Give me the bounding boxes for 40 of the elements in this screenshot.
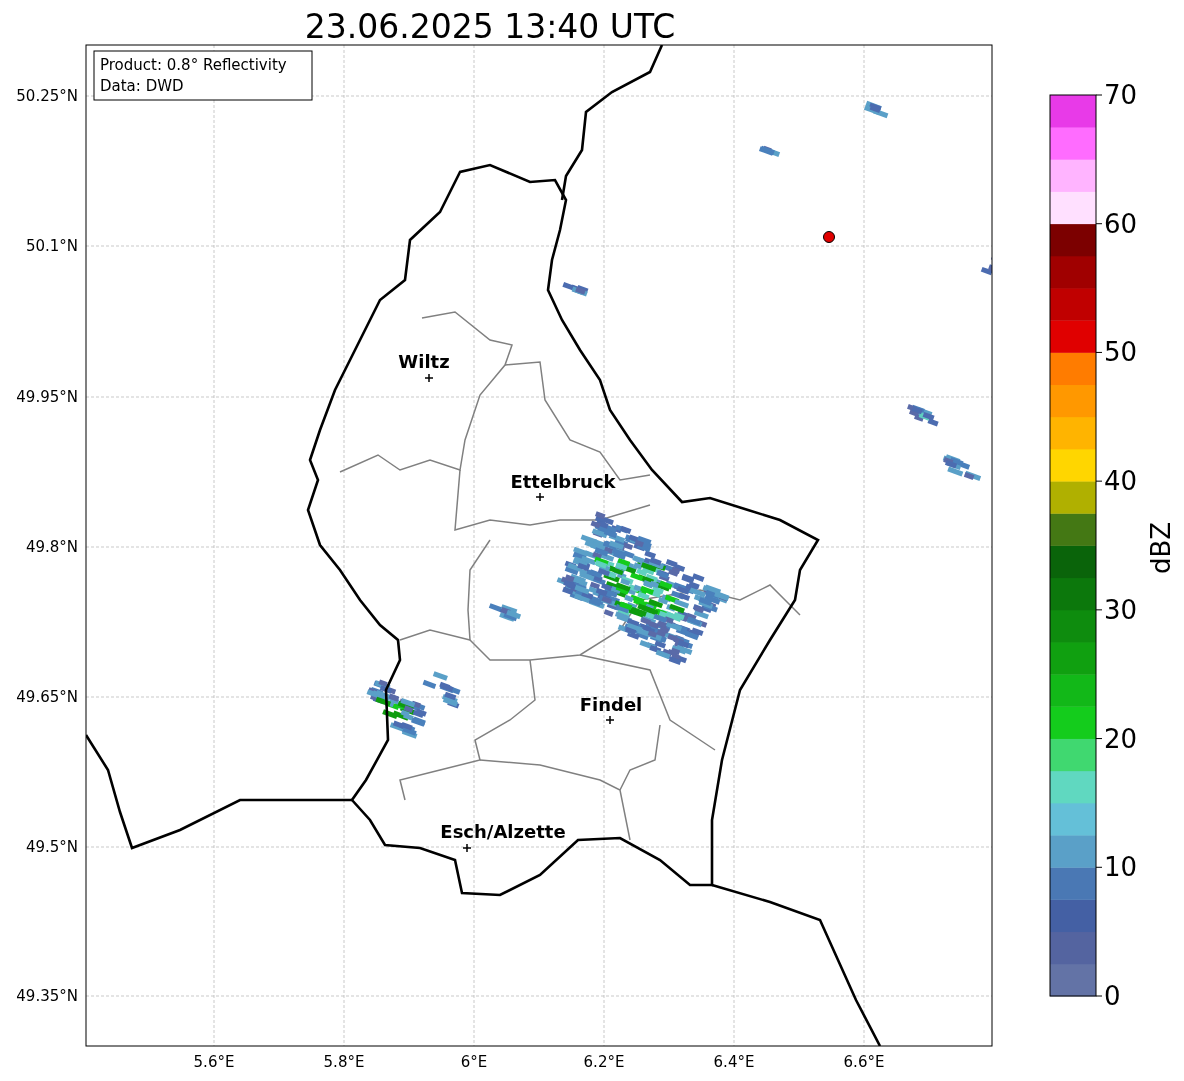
latitude-label: 49.65°N — [16, 688, 78, 706]
info-text: Product: 0.8° Reflectivity — [100, 56, 287, 74]
rain-echo-drawing — [942, 454, 982, 481]
longitude-label: 5.6°E — [193, 1053, 235, 1071]
rain-echo-drawing — [488, 603, 522, 622]
info-text: Data: DWD — [100, 77, 184, 95]
latitude-label: 49.5°N — [25, 838, 78, 856]
latitude-label: 50.1°N — [25, 237, 78, 255]
city-label: Ettelbruck — [510, 471, 616, 492]
city-marker-icon — [605, 715, 615, 725]
longitude-label: 6.4°E — [713, 1053, 755, 1071]
city-label: Wiltz — [398, 351, 450, 372]
city-label: Findel — [579, 694, 643, 715]
colorbar-tick-label: 20 — [1104, 723, 1138, 754]
latitude-label: 50.25°N — [16, 87, 78, 105]
city-marker-icon — [535, 492, 545, 502]
colorbar-tick-label: 70 — [1104, 80, 1138, 110]
colorbar-tick-label: 10 — [1104, 852, 1138, 883]
latitude-label: 49.35°N — [16, 987, 78, 1005]
rain-echo-drawing — [863, 100, 889, 119]
latitude-label: 49.8°N — [25, 538, 78, 556]
rain-echo-drawing — [562, 281, 589, 297]
latitude-label: 49.95°N — [16, 388, 78, 406]
city-marker-icon — [462, 843, 472, 853]
longitude-label: 6°E — [460, 1053, 488, 1071]
colorbar-tick-label: 30 — [1104, 594, 1138, 625]
colorbar-title: dBZ — [1146, 521, 1176, 575]
city-label: Esch/Alzette — [440, 821, 566, 842]
colorbar-tick-label: 40 — [1104, 466, 1138, 497]
radar-site-marker — [823, 231, 835, 243]
colorbar-tick-label: 50 — [1104, 337, 1138, 368]
rain-echo-drawing — [758, 145, 781, 157]
longitude-label: 6.6°E — [843, 1053, 885, 1071]
longitude-label: 6.2°E — [583, 1053, 625, 1071]
colorbar-tick-label: 60 — [1104, 208, 1138, 239]
longitude-label: 5.8°E — [323, 1053, 365, 1071]
colorbar-tick-label: 0 — [1104, 981, 1121, 1011]
chart-title: 23.06.2025 13:40 UTC — [304, 7, 676, 46]
rain-echo-drawing — [907, 404, 939, 427]
city-marker-icon — [424, 373, 434, 383]
